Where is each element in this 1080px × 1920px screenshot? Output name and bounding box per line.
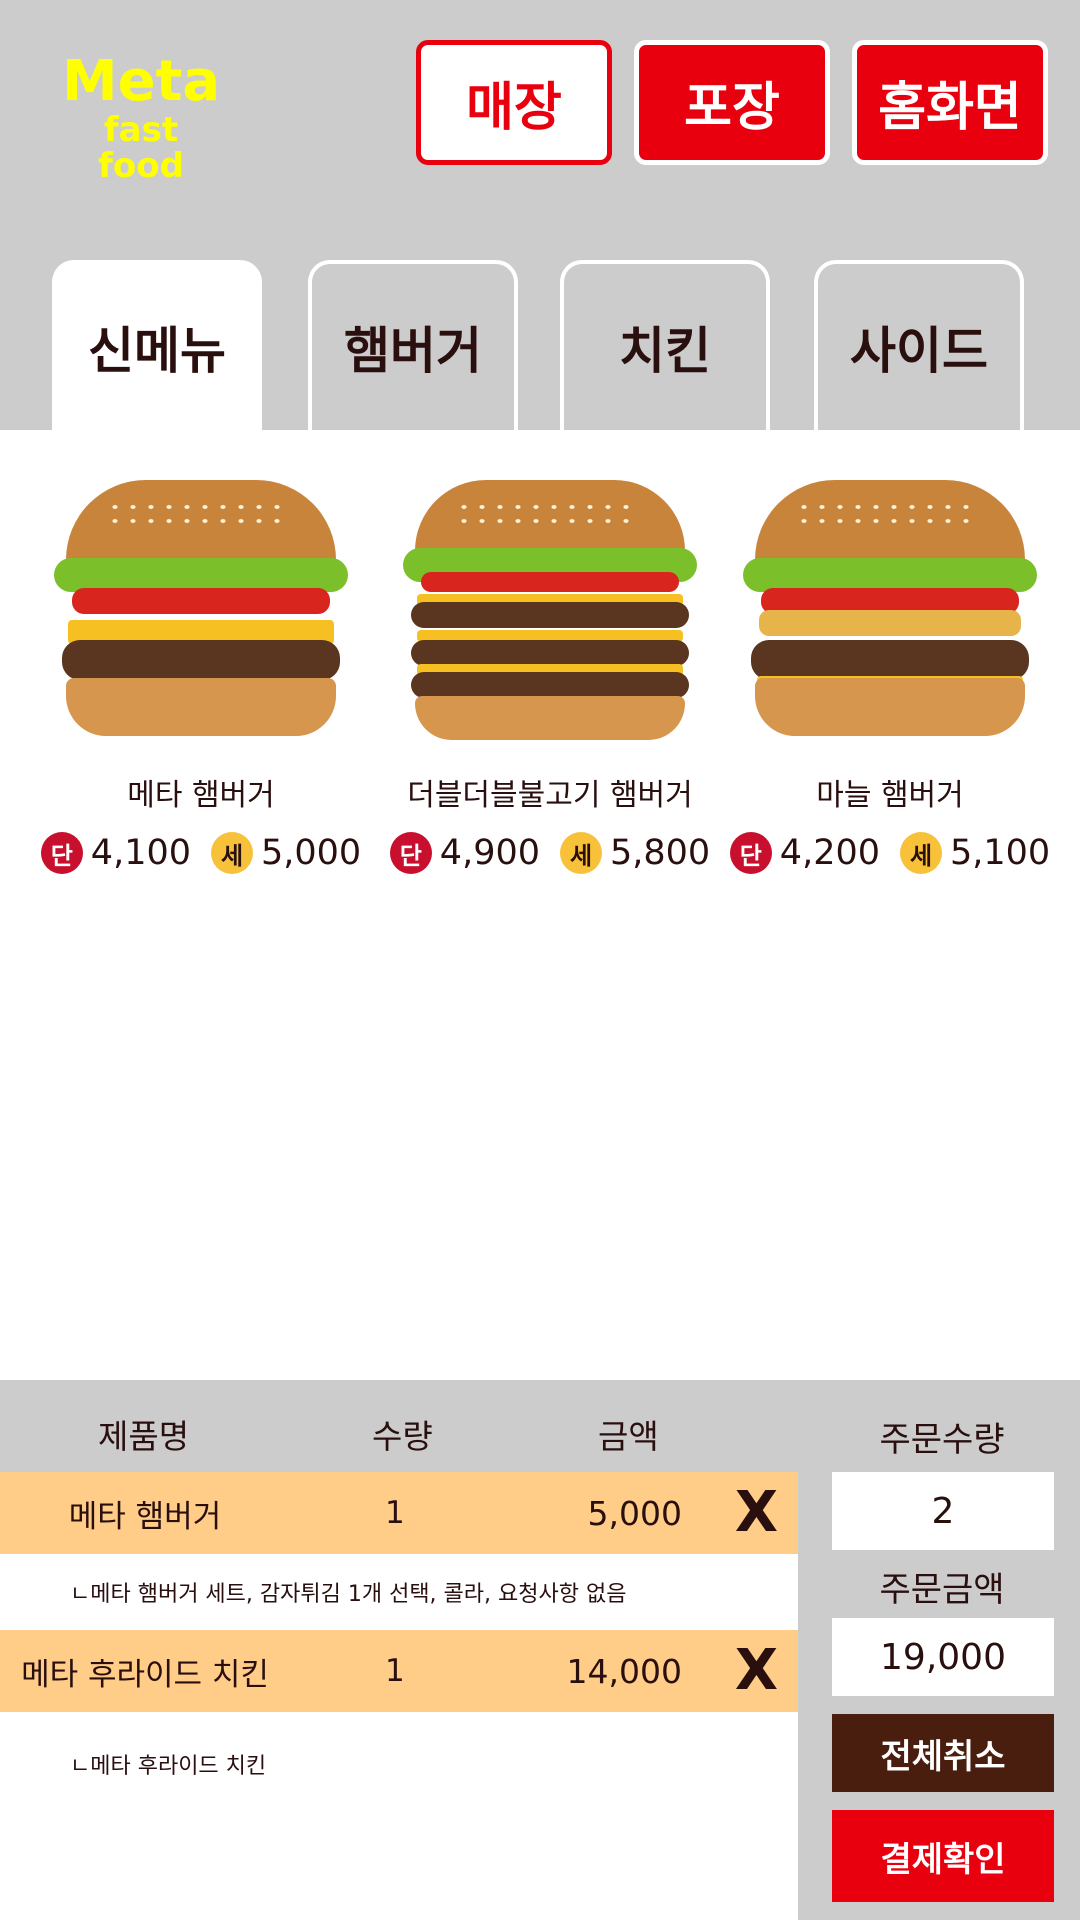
- single-badge: 단: [40, 832, 83, 874]
- single-price: 4,100: [90, 833, 191, 873]
- tab-burger[interactable]: 햄버거: [308, 260, 518, 430]
- product-prices: 단 4,200 세 5,100: [725, 832, 1055, 874]
- order-item-qty: 1: [385, 1495, 405, 1531]
- dine-in-button[interactable]: 매장: [416, 40, 612, 165]
- order-item-name: 메타 후라이드 치킨: [21, 1656, 269, 1693]
- delete-item-button[interactable]: X: [735, 1643, 778, 1699]
- order-row: 메타 햄버거 1 5,000 X: [0, 1472, 798, 1554]
- product-name: 마늘 햄버거: [816, 778, 964, 813]
- total-amount-value: 19,000: [832, 1618, 1054, 1696]
- cancel-all-button[interactable]: 전체취소: [832, 1714, 1054, 1792]
- column-header-amount: 금액: [598, 1417, 659, 1456]
- product-image-garlic-burger[interactable]: [735, 470, 1045, 750]
- brand-logo: Meta fast food: [56, 49, 226, 186]
- product-prices: 단 4,900 세 5,800: [385, 832, 715, 874]
- order-row: 메타 후라이드 치킨 1 14,000 X: [0, 1630, 798, 1712]
- set-price: 5,800: [610, 833, 711, 873]
- order-item-detail: ㄴ메타 후라이드 치킨: [0, 1712, 798, 1920]
- takeout-button[interactable]: 포장: [634, 40, 830, 165]
- order-item-amount: 5,000: [587, 1493, 682, 1533]
- total-amount-label: 주문금액: [879, 1570, 1005, 1610]
- product-card[interactable]: 마늘 햄버거 단 4,200 세 5,100: [725, 470, 1055, 874]
- total-qty-label: 주문수량: [879, 1420, 1005, 1460]
- product-name: 메타 햄버거: [127, 778, 275, 813]
- single-badge: 단: [729, 832, 772, 874]
- product-name: 더블더블불고기 햄버거: [407, 778, 693, 813]
- single-price: 4,900: [439, 833, 540, 873]
- logo-main-text: Meta: [61, 49, 221, 114]
- product-image-double-bulgogi-burger[interactable]: [395, 470, 705, 750]
- set-badge: 세: [560, 832, 602, 874]
- tab-chicken[interactable]: 치킨: [560, 260, 770, 430]
- product-prices: 단 4,100 세 5,000: [36, 832, 366, 874]
- product-card[interactable]: 메타 햄버거 단 4,100 세 5,000: [36, 470, 366, 874]
- set-price: 5,000: [261, 833, 362, 873]
- set-badge: 세: [211, 832, 253, 874]
- tab-new-menu[interactable]: 신메뉴: [52, 260, 262, 430]
- order-item-amount: 14,000: [566, 1651, 682, 1691]
- set-price: 5,100: [950, 833, 1051, 873]
- home-button[interactable]: 홈화면: [852, 40, 1048, 165]
- product-image-meta-burger[interactable]: [46, 470, 356, 750]
- logo-sub-text: fast food: [98, 110, 184, 186]
- pay-confirm-button[interactable]: 결제확인: [832, 1810, 1054, 1902]
- column-header-qty: 수량: [372, 1417, 433, 1456]
- single-price: 4,200: [779, 833, 880, 873]
- product-card[interactable]: 더블더블불고기 햄버거 단 4,900 세 5,800: [385, 470, 715, 874]
- delete-item-button[interactable]: X: [735, 1485, 778, 1541]
- column-header-name: 제품명: [98, 1417, 190, 1456]
- tab-side[interactable]: 사이드: [814, 260, 1024, 430]
- order-item-qty: 1: [385, 1653, 405, 1689]
- order-item-name: 메타 햄버거: [68, 1498, 222, 1535]
- header: Meta fast food 매장 포장 홈화면 신메뉴 햄버거 치킨 사이드: [0, 0, 1080, 430]
- order-item-detail: ㄴ메타 햄버거 세트, 감자튀김 1개 선택, 콜라, 요청사항 없음: [0, 1554, 798, 1630]
- total-qty-value: 2: [832, 1472, 1054, 1550]
- set-badge: 세: [900, 832, 942, 874]
- single-badge: 단: [389, 832, 432, 874]
